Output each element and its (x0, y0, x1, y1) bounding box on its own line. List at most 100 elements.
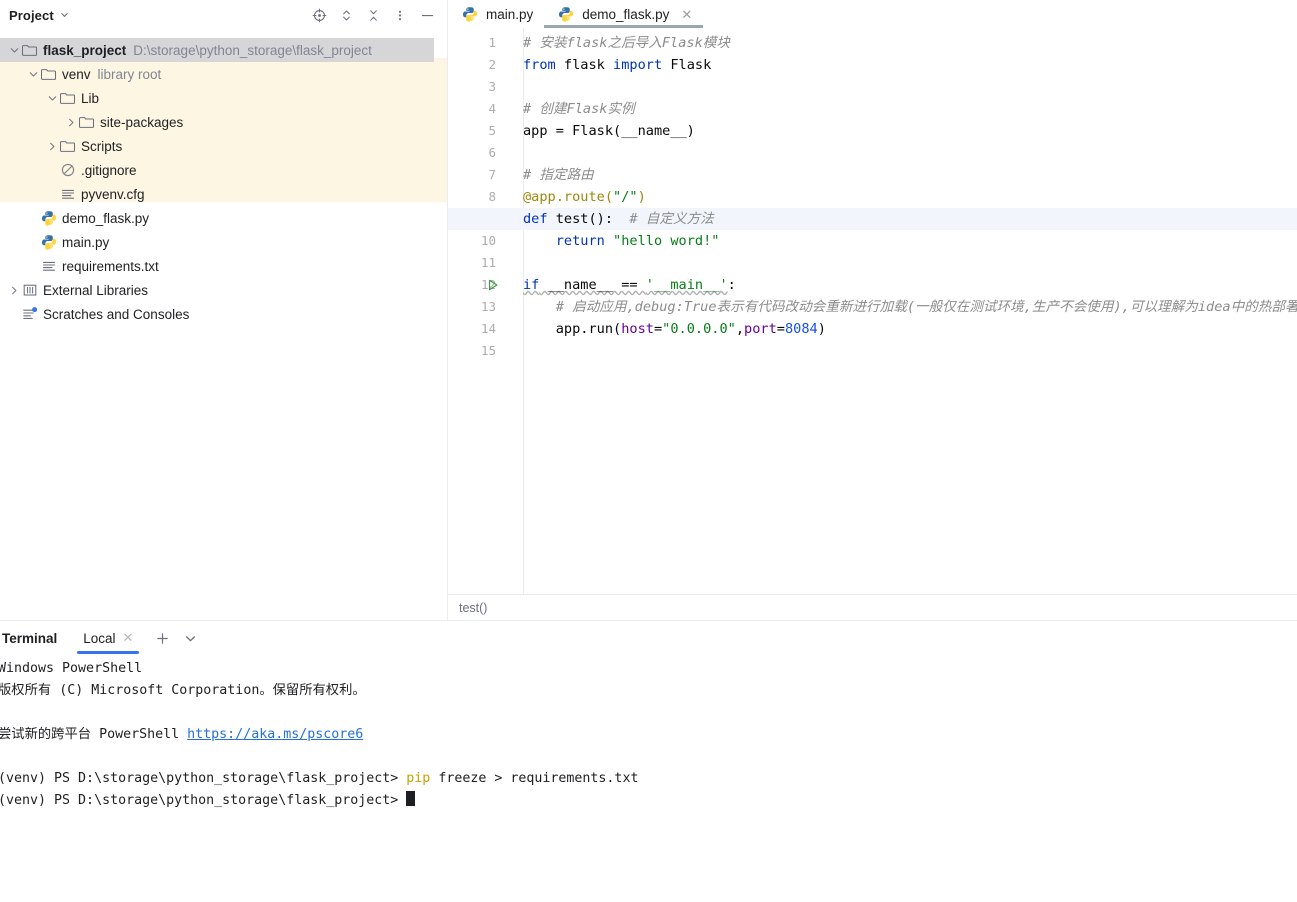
terminal-line: (venv) PS D:\storage\python_storage\flas… (0, 768, 1297, 790)
tree-row-label: pyvenv.cfg (81, 186, 145, 202)
code-token: from (523, 57, 556, 73)
terminal-link[interactable]: https://aka.ms/pscore6 (187, 727, 363, 742)
tree-row[interactable]: Scratches and Consoles (0, 302, 447, 326)
tree-row-label: Scratches and Consoles (43, 306, 190, 322)
line-number: 8 (488, 189, 496, 204)
line-number: 4 (488, 101, 496, 116)
code-token: = (776, 321, 785, 337)
code-token: def (523, 211, 548, 227)
python-file-icon (40, 230, 57, 254)
tree-row-label: flask_project (43, 42, 127, 58)
locate-icon[interactable] (311, 7, 327, 23)
code-token: '__main__' (645, 277, 728, 293)
code-line[interactable] (523, 142, 1297, 164)
code-token: # 创建Flask实例 (523, 101, 635, 117)
tree-row[interactable]: External Libraries (0, 278, 447, 302)
tree-row-label: Scripts (81, 138, 123, 154)
code-line-text: # 指定路由 (523, 167, 594, 183)
python-file-icon (40, 206, 57, 230)
tree-row[interactable]: demo_flask.py (0, 206, 447, 230)
project-tree[interactable]: flask_project D:\storage\python_storage\f… (0, 30, 447, 620)
code-line[interactable] (523, 252, 1297, 274)
close-icon[interactable]: ✕ (123, 630, 134, 646)
line-number: 6 (488, 145, 496, 160)
chevron-right-icon[interactable] (65, 110, 78, 134)
close-icon[interactable]: ✕ (681, 8, 692, 21)
code-token: @app.route( (523, 189, 614, 205)
code-lines[interactable]: # 安装flask之后导入Flask模块 from flask import Fl… (448, 28, 1297, 594)
code-line-text: if __name__ == '__main__': (523, 277, 736, 293)
editor-tab[interactable]: main.py (448, 0, 544, 28)
code-line-text: app.run(host="0.0.0.0",port=8084) (523, 321, 826, 337)
code-line[interactable]: # 指定路由 (523, 164, 1297, 186)
line-number: 2 (488, 57, 496, 72)
chevron-down-icon[interactable] (46, 86, 59, 110)
code-area[interactable]: 123456789101112131415 # 安装flask之后导入Flask… (448, 28, 1297, 594)
tree-row[interactable]: flask_project D:\storage\python_storage\f… (0, 38, 434, 62)
tree-row[interactable]: main.py (0, 230, 447, 254)
code-line[interactable]: app = Flask(__name__) (523, 120, 1297, 142)
code-line[interactable]: app.run(host="0.0.0.0",port=8084) (523, 318, 1297, 340)
terminal-text: pip (406, 771, 431, 786)
collapse-all-icon[interactable] (365, 7, 381, 23)
chevron-down-icon[interactable] (184, 632, 197, 645)
chevron-down-icon[interactable] (60, 10, 69, 21)
chevron-right-icon[interactable] (46, 134, 59, 158)
terminal-line: Windows PowerShell (0, 658, 1297, 680)
code-line[interactable]: from flask import Flask (523, 54, 1297, 76)
terminal-text: freeze > requirements.txt (430, 771, 639, 786)
editor-tabbar[interactable]: main.py demo_flask.py ✕ (448, 0, 1297, 28)
gitignore-icon (59, 158, 76, 182)
config-file-icon (59, 182, 76, 206)
code-line[interactable]: # 创建Flask实例 (523, 98, 1297, 120)
library-icon (21, 278, 38, 302)
tabbar-filler (703, 0, 1297, 28)
tree-row-label: venv (62, 66, 91, 82)
run-triangle-icon[interactable] (485, 274, 501, 296)
expand-collapse-icon[interactable] (338, 7, 354, 23)
terminal-output[interactable]: Windows PowerShell 版权所有 (C) Microsoft Cor… (0, 655, 1297, 902)
tree-row-label: site-packages (100, 114, 184, 130)
line-number: 10 (480, 233, 496, 248)
code-line-text: from flask import Flask (523, 57, 711, 73)
code-line[interactable] (523, 340, 1297, 362)
add-terminal-icon[interactable] (155, 631, 170, 646)
chevron-down-icon[interactable] (8, 38, 21, 62)
code-token: # 启动应用,debug:True表示有代码改动会重新进行加载(一般仅在测试环境… (523, 299, 1297, 315)
tree-row[interactable]: .gitignore (0, 158, 447, 182)
tree-row[interactable]: venv library root (0, 62, 447, 86)
tree-row[interactable]: Scripts (0, 134, 447, 158)
tree-row[interactable]: site-packages (0, 110, 447, 134)
chevron-right-icon[interactable] (8, 278, 21, 302)
terminal-tab-local[interactable]: Local ✕ (73, 621, 143, 655)
code-line[interactable]: @app.route("/") (523, 186, 1297, 208)
folder-icon (59, 134, 76, 158)
breadcrumb-item[interactable]: test() (459, 601, 487, 615)
tree-row-sublabel: library root (97, 66, 162, 82)
code-token: app.run( (523, 321, 622, 337)
code-token: ) (637, 189, 646, 205)
code-line[interactable]: if __name__ == '__main__': (523, 274, 1297, 296)
code-line[interactable]: # 启动应用,debug:True表示有代码改动会重新进行加载(一般仅在测试环境… (523, 296, 1297, 318)
breadcrumb[interactable]: test() (448, 594, 1297, 620)
tree-row-label: .gitignore (81, 162, 137, 178)
line-number: 15 (480, 343, 496, 358)
code-line[interactable]: return "hello word!" (523, 230, 1297, 252)
text-file-icon (40, 254, 57, 278)
tree-row[interactable]: requirements.txt (0, 254, 447, 278)
hide-icon[interactable] (419, 7, 435, 23)
code-line[interactable] (523, 76, 1297, 98)
chevron-down-icon[interactable] (27, 62, 40, 86)
line-number: 1 (488, 35, 496, 50)
editor-tab[interactable]: demo_flask.py ✕ (544, 0, 704, 28)
tree-row[interactable]: Lib (0, 86, 447, 110)
more-options-icon[interactable] (392, 7, 408, 23)
code-line[interactable]: def test(): # 自定义方法 (523, 208, 1297, 230)
code-line[interactable]: # 安装flask之后导入Flask模块 (523, 32, 1297, 54)
editor-gutter[interactable]: 123456789101112131415 (448, 28, 523, 594)
tree-row[interactable]: pyvenv.cfg (0, 182, 447, 206)
code-token: # 自定义方法 (613, 211, 714, 227)
terminal-line: 尝试新的跨平台 PowerShell https://aka.ms/pscore… (0, 724, 1297, 746)
